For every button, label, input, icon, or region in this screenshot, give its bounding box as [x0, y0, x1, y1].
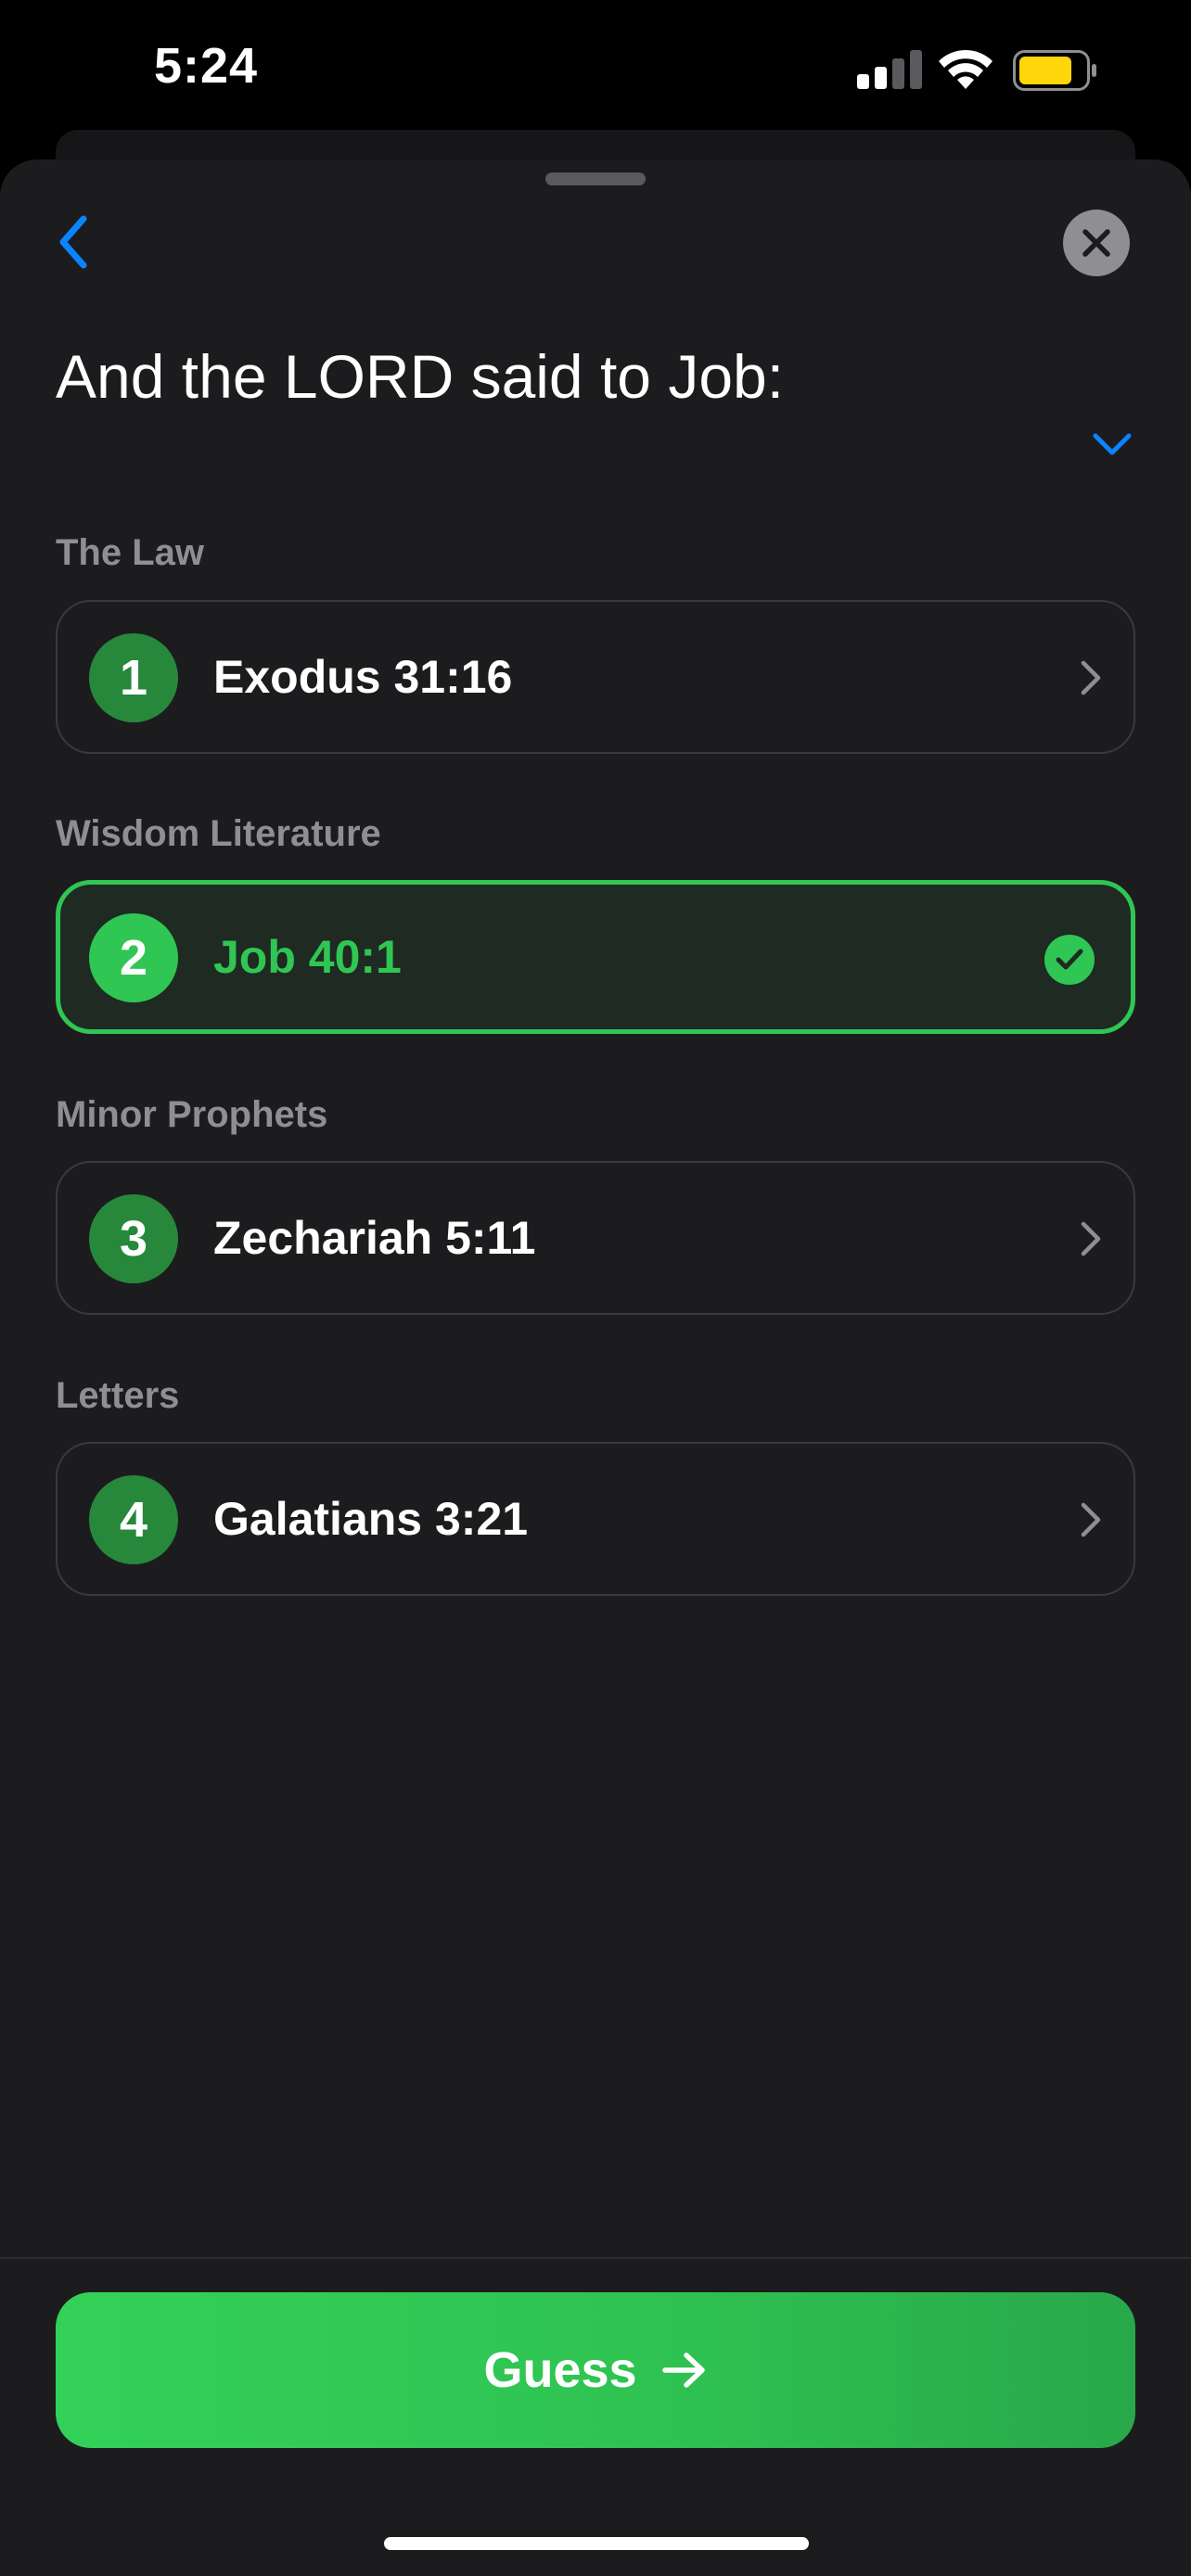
answer-option-1[interactable]: 1 Exodus 31:16	[56, 600, 1135, 754]
battery-icon	[1013, 50, 1096, 91]
option-number-badge: 2	[89, 913, 178, 1002]
expand-button[interactable]	[1091, 430, 1133, 458]
answer-option-2[interactable]: 2 Job 40:1	[56, 880, 1135, 1034]
section-label-letters: Letters	[56, 1375, 180, 1416]
option-number-badge: 4	[89, 1475, 178, 1564]
arrow-right-icon	[661, 2353, 705, 2388]
answer-option-4[interactable]: 4 Galatians 3:21	[56, 1442, 1135, 1596]
wifi-icon	[939, 49, 992, 89]
chevron-right-icon	[1081, 1502, 1101, 1537]
close-icon	[1082, 229, 1110, 257]
chevron-down-icon	[1093, 433, 1132, 455]
home-indicator	[384, 2537, 809, 2550]
chevron-left-icon	[59, 215, 87, 269]
chevron-right-icon	[1081, 660, 1101, 695]
chevron-right-icon	[1081, 1221, 1101, 1256]
cellular-signal-icon	[857, 48, 922, 89]
answer-option-3[interactable]: 3 Zechariah 5:11	[56, 1161, 1135, 1315]
guess-button[interactable]: Guess	[56, 2292, 1135, 2448]
status-time: 5:24	[154, 38, 259, 94]
option-reference: Job 40:1	[213, 931, 402, 983]
option-number-badge: 3	[89, 1194, 178, 1283]
verse-text-title: And the LORD said to Job:	[56, 342, 785, 411]
footer-divider	[0, 2257, 1191, 2259]
option-reference: Zechariah 5:11	[213, 1212, 536, 1264]
close-button[interactable]	[1063, 210, 1130, 276]
sheet-grabber[interactable]	[545, 172, 646, 185]
status-bar: 5:24	[0, 0, 1191, 139]
guess-button-label: Guess	[483, 2342, 637, 2398]
bottom-sheet: And the LORD said to Job: The Law 1 Exod…	[0, 159, 1191, 2576]
section-label-minor-prophets: Minor Prophets	[56, 1094, 328, 1135]
checkmark-icon	[1044, 935, 1095, 985]
option-reference: Exodus 31:16	[213, 651, 513, 703]
back-button[interactable]	[52, 211, 96, 273]
option-reference: Galatians 3:21	[213, 1493, 529, 1545]
option-number-badge: 1	[89, 633, 178, 722]
section-label-wisdom-literature: Wisdom Literature	[56, 813, 381, 854]
section-label-the-law: The Law	[56, 532, 205, 573]
